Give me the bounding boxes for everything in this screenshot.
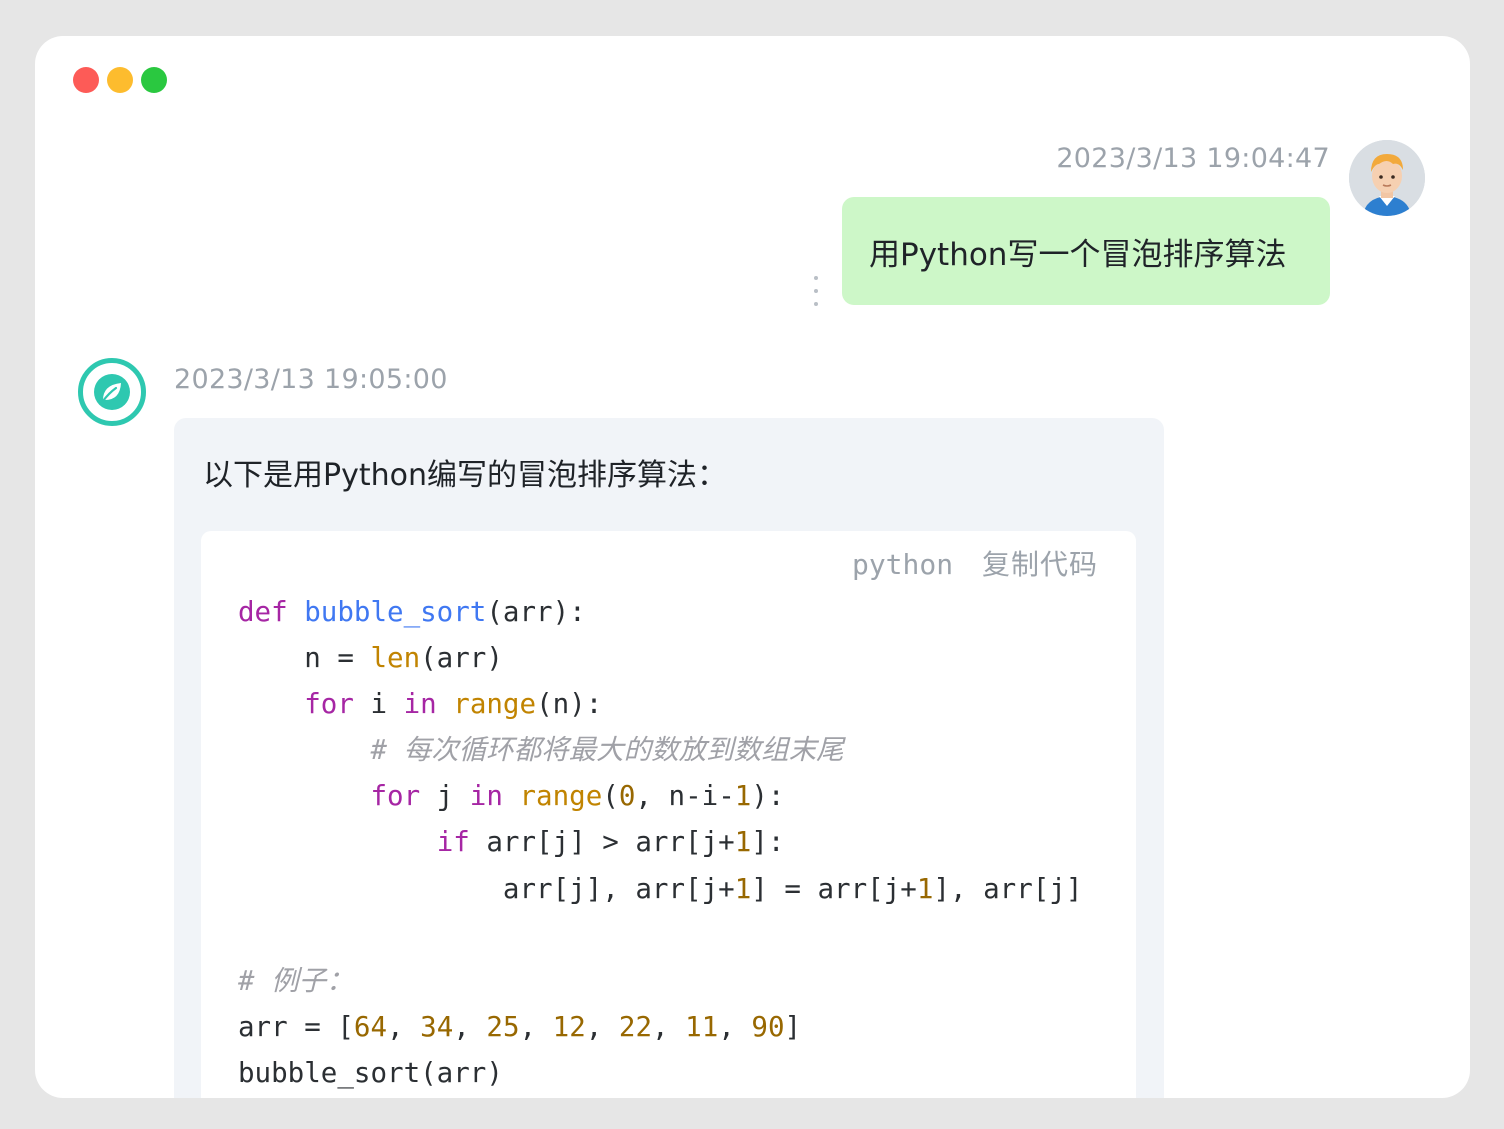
code-line: n = len(arr) [238, 635, 1082, 681]
bot-message-bubble: 以下是用Python编写的冒泡排序算法： python 复制代码 def bub… [174, 418, 1164, 1098]
code-token: 1 [734, 780, 752, 813]
code-token: 11 [685, 1010, 719, 1043]
code-token: ], arr[j] [933, 872, 1083, 905]
code-token: if [436, 826, 470, 859]
code-token: arr[j], arr[j+ [238, 872, 735, 905]
code-token: , [585, 1010, 619, 1043]
code-token: j [420, 780, 470, 813]
close-window-button[interactable] [73, 67, 99, 93]
code-token: , [718, 1010, 752, 1043]
code-token: , [519, 1010, 553, 1043]
code-token: 1 [734, 826, 752, 859]
code-token: 0 [618, 780, 636, 813]
code-line: if arr[j] > arr[j+1]: [238, 819, 1082, 865]
code-token: 90 [751, 1010, 785, 1043]
code-line: for j in range(0, n-i-1): [238, 773, 1082, 819]
code-token: ( [602, 780, 619, 813]
code-token: bubble_sort(arr) [238, 1056, 503, 1089]
code-token: # 每次循环都将最大的数放到数组末尾 [370, 734, 844, 767]
code-token: , [387, 1010, 421, 1043]
code-token: in [469, 780, 503, 813]
user-message-timestamp: 2023/3/13 19:04:47 [1056, 143, 1330, 174]
code-block-toolbar: python 复制代码 [840, 543, 1098, 583]
code-token: (arr): [486, 596, 586, 628]
code-token: # 例子： [238, 964, 354, 997]
code-token: ] = arr[j+ [751, 872, 917, 905]
user-avatar-icon[interactable] [1349, 140, 1425, 216]
chat-window: 2023/3/13 19:04:47 用Python写一个冒泡排序算法 2023… [35, 36, 1470, 1098]
copy-code-button[interactable]: 复制代码 [982, 548, 1098, 581]
code-token: , [453, 1010, 487, 1043]
code-token: i [353, 688, 404, 721]
code-token: for [370, 780, 421, 813]
message-more-options-icon[interactable] [811, 276, 821, 306]
code-token: range [453, 688, 537, 721]
code-token: 25 [486, 1010, 520, 1043]
code-line: bubble_sort(arr) [238, 1050, 1082, 1096]
code-line: for i in range(n): [238, 681, 1082, 727]
code-token: ): [751, 780, 785, 813]
code-token: arr = [ [238, 1010, 354, 1043]
maximize-window-button[interactable] [141, 67, 167, 93]
code-token: bubble_sort [304, 596, 487, 628]
code-token: ] [784, 1010, 802, 1043]
user-message-bubble[interactable]: 用Python写一个冒泡排序算法 [842, 197, 1330, 305]
code-language-label: python [851, 548, 954, 581]
code-token: range [519, 780, 603, 813]
code-token: def [238, 596, 288, 628]
minimize-window-button[interactable] [107, 67, 133, 93]
bot-avatar [78, 358, 146, 426]
user-message-text: 用Python写一个冒泡排序算法 [869, 236, 1287, 273]
code-token: ]: [751, 826, 785, 859]
bot-message-intro: 以下是用Python编写的冒泡排序算法： [203, 458, 727, 493]
code-line: # 每次循环都将最大的数放到数组末尾 [238, 727, 1082, 773]
code-token: 1 [916, 872, 934, 905]
code-token: 64 [353, 1010, 388, 1043]
code-content: def bubble_sort(arr): n = len(arr) for i… [238, 589, 1082, 1096]
code-line: arr = [64, 34, 25, 12, 22, 11, 90] [238, 1004, 1082, 1050]
code-line: # 例子： [238, 958, 1082, 1004]
code-token: , [652, 1010, 686, 1043]
code-token: , n-i- [635, 780, 735, 813]
code-token: 12 [552, 1010, 586, 1043]
code-token: (arr) [420, 642, 503, 675]
code-token: 34 [420, 1010, 454, 1043]
code-token: arr[j] > arr[j+ [469, 826, 735, 859]
code-token: in [403, 688, 437, 721]
window-controls [73, 67, 167, 93]
code-token: 1 [734, 872, 752, 905]
code-block: python 复制代码 def bubble_sort(arr): n = le… [201, 531, 1136, 1098]
code-token: 22 [618, 1010, 653, 1043]
bot-message-timestamp: 2023/3/13 19:05:00 [174, 364, 448, 395]
code-token: for [304, 688, 354, 721]
code-token: n = [238, 642, 371, 675]
leaf-icon [94, 374, 130, 410]
code-line: arr[j], arr[j+1] = arr[j+1], arr[j] [238, 866, 1083, 912]
code-token: len [370, 642, 421, 675]
code-token: (n): [536, 688, 603, 721]
code-line: def bubble_sort(arr): [238, 589, 1082, 635]
